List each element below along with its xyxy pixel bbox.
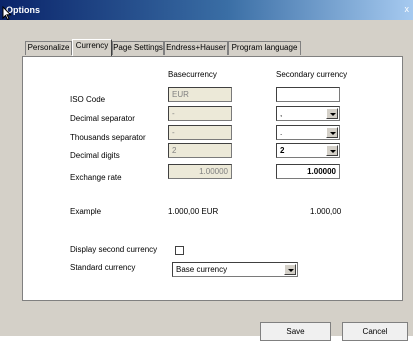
tab-page-settings[interactable]: Page Settings (112, 41, 164, 55)
secondary-decimal-digits-select[interactable]: 2 (276, 143, 340, 158)
iso-code-label: ISO Code (70, 95, 106, 104)
decimal-separator-label: Decimal separator (70, 114, 135, 123)
standard-currency-select[interactable]: Base currency (172, 262, 298, 277)
tab-label: Personalize (27, 43, 70, 52)
secondary-exchange-rate-input[interactable]: 1.00000 (276, 164, 340, 179)
secondary-currency-header: Secondary currency (276, 70, 348, 79)
mouse-cursor-icon (2, 6, 12, 20)
selected-value: . (280, 128, 283, 137)
display-second-currency-label: Display second currency (70, 245, 158, 254)
tab-program-language[interactable]: Program language (228, 41, 301, 55)
tab-label: Currency (75, 41, 109, 50)
tab-endress-hauser[interactable]: Endress+Hauser (164, 41, 228, 55)
close-icon[interactable]: x (405, 4, 410, 14)
display-second-currency-checkbox[interactable] (175, 246, 184, 255)
currency-panel: Basecurrency Secondary currency ISO Code… (22, 56, 403, 301)
base-exchange-rate-field: 1.00000 (168, 164, 232, 179)
options-dialog: Personalize Currency Page Settings Endre… (0, 20, 413, 341)
base-currency-header: Basecurrency (168, 70, 217, 79)
tab-label: Endress+Hauser (166, 43, 226, 52)
selected-value: 2 (280, 146, 285, 155)
base-decimal-digits-field: 2 (168, 143, 232, 158)
chevron-down-icon[interactable] (284, 264, 296, 275)
selected-value: Base currency (176, 265, 228, 274)
secondary-thousands-separator-select[interactable]: . (276, 125, 340, 140)
exchange-rate-label: Exchange rate (70, 173, 122, 182)
standard-currency-label: Standard currency (70, 263, 136, 272)
base-iso-code-field: EUR (168, 87, 232, 102)
title-bar[interactable]: Options x (0, 0, 413, 20)
example-label: Example (70, 207, 102, 216)
chevron-down-icon[interactable] (326, 127, 338, 138)
save-button[interactable]: Save (260, 322, 331, 341)
secondary-iso-code-input[interactable] (276, 87, 340, 102)
decimal-digits-label: Decimal digits (70, 151, 120, 160)
base-thousands-separator-field: - (168, 125, 232, 140)
secondary-example-value: 1.000,00 (310, 207, 342, 216)
tab-label: Page Settings (113, 43, 163, 52)
cancel-button[interactable]: Cancel (342, 322, 408, 341)
secondary-decimal-separator-select[interactable]: , (276, 106, 340, 121)
tab-label: Program language (231, 43, 298, 52)
chevron-down-icon[interactable] (326, 145, 338, 156)
base-example-value: 1.000,00 EUR (168, 207, 219, 216)
tab-currency[interactable]: Currency (72, 39, 112, 56)
chevron-down-icon[interactable] (326, 108, 338, 119)
thousands-separator-label: Thousands separator (70, 133, 146, 142)
base-decimal-separator-field: - (168, 106, 232, 121)
selected-value: , (280, 109, 283, 118)
tab-personalize[interactable]: Personalize (25, 41, 72, 55)
